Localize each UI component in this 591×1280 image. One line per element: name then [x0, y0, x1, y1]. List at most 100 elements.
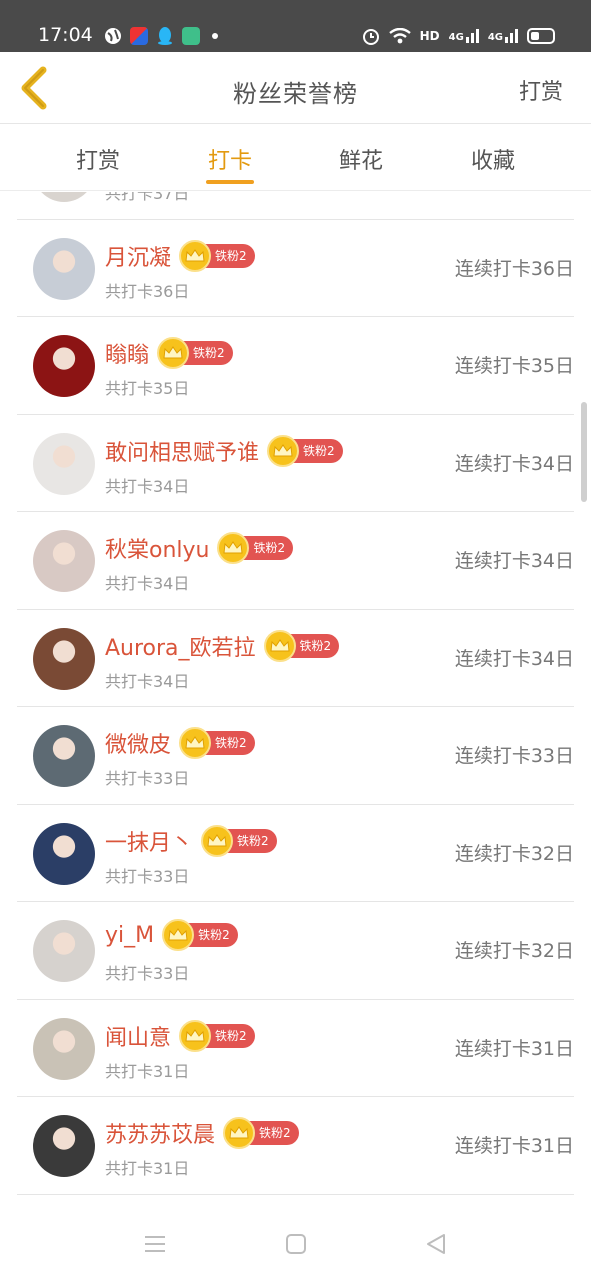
- fan-name[interactable]: 闻山意: [105, 1020, 171, 1052]
- crown-icon: [267, 434, 300, 467]
- fan-row[interactable]: 月沉凝 铁粉2 共打卡36日 连续打卡36日: [17, 220, 574, 317]
- fan-level-badge: 铁粉2: [179, 1019, 255, 1052]
- tab-checkin[interactable]: 打卡: [190, 143, 270, 175]
- streak-checkins: 连续打卡32日: [454, 940, 574, 962]
- notification-icons: [104, 26, 218, 46]
- fan-row[interactable]: 微微皮 铁粉2 共打卡33日 连续打卡33日: [17, 707, 574, 805]
- fan-level-badge: 铁粉2: [217, 532, 294, 564]
- system-icons: HD 4G 4G: [362, 24, 555, 48]
- avatar[interactable]: [33, 627, 95, 690]
- avatar[interactable]: [33, 1115, 95, 1177]
- total-checkins: 共打卡33日: [105, 964, 190, 983]
- streak-checkins: 连续打卡32日: [454, 842, 574, 865]
- home-icon[interactable]: [284, 1232, 308, 1256]
- fan-row[interactable]: 秋棠onlyu 铁粉2 共打卡34日 连续打卡34日: [17, 512, 574, 610]
- fan-level-badge: 铁粉2: [157, 337, 233, 369]
- fan-level-badge: 铁粉2: [263, 629, 340, 662]
- more-notifications-icon: [212, 33, 218, 39]
- fan-level-badge: 铁粉2: [223, 1117, 299, 1149]
- total-checkins: 共打卡34日: [105, 476, 190, 496]
- crown-icon: [157, 337, 190, 369]
- fan-level-badge: 铁粉2: [201, 824, 277, 857]
- fan-row[interactable]: 闻山意 铁粉2 共打卡31日 连续打卡31日: [17, 1000, 574, 1097]
- battery-icon: [527, 28, 555, 44]
- fan-name[interactable]: 苏苏苏苡晨: [105, 1117, 215, 1149]
- status-bar: 17:04 HD 4G 4G: [0, 0, 591, 52]
- avatar[interactable]: [33, 1017, 95, 1080]
- fan-row[interactable]: Aurora_欧若拉 铁粉2 共打卡34日 连续打卡34日: [17, 610, 574, 707]
- fan-level-badge: 铁粉2: [267, 434, 343, 467]
- fan-row[interactable]: 苏苏苏苡晨 铁粉2 共打卡31日 连续打卡31日: [17, 1097, 574, 1195]
- total-checkins: 共打卡33日: [105, 769, 190, 788]
- hd-indicator: HD: [419, 29, 440, 43]
- fan-level-tag: 铁粉2: [289, 633, 340, 658]
- avatar[interactable]: [33, 530, 95, 592]
- total-checkins: 共打卡37日: [105, 192, 190, 203]
- fan-row[interactable]: yi_M 铁粉2 共打卡33日 连续打卡32日: [17, 902, 574, 1000]
- tab-favorites[interactable]: 收藏: [453, 143, 533, 175]
- system-nav-bar: [0, 1208, 591, 1280]
- fan-level-tag: 铁粉2: [205, 243, 255, 268]
- avatar[interactable]: [33, 335, 95, 397]
- tab-flowers[interactable]: 鲜花: [321, 143, 401, 175]
- avatar[interactable]: [33, 237, 95, 300]
- fan-level-tag: 铁粉2: [227, 828, 277, 853]
- tab-tip[interactable]: 打赏: [58, 143, 138, 175]
- total-checkins: 共打卡31日: [105, 1061, 190, 1081]
- fan-name[interactable]: 一抹月丶: [105, 825, 193, 857]
- fan-name[interactable]: Aurora_欧若拉: [105, 630, 256, 662]
- fan-list[interactable]: 沐笙柒铁粉2共打卡37日连续打卡37日月沉凝铁粉2共打卡36日连续打卡36日瞈瞈…: [0, 192, 591, 1208]
- streak-checkins: 连续打卡34日: [454, 550, 574, 572]
- streak-checkins: 连续打卡34日: [454, 452, 574, 475]
- fan-level-tag: 铁粉2: [188, 923, 238, 947]
- active-tab-indicator: [206, 180, 254, 184]
- streak-checkins: 连续打卡31日: [454, 1135, 574, 1157]
- fan-row[interactable]: 一抹月丶 铁粉2 共打卡33日 连续打卡32日: [17, 805, 574, 902]
- crown-icon: [179, 1019, 212, 1052]
- menu-icon[interactable]: [143, 1232, 167, 1256]
- fan-row[interactable]: 瞈瞈 铁粉2 共打卡35日 连续打卡35日: [17, 317, 574, 415]
- avatar[interactable]: [33, 432, 95, 495]
- streak-checkins: 连续打卡35日: [454, 355, 574, 377]
- fan-name[interactable]: 月沉凝: [105, 240, 171, 272]
- fan-row[interactable]: 沐笙柒铁粉2共打卡37日连续打卡37日: [17, 192, 574, 220]
- avatar[interactable]: [33, 725, 95, 787]
- fan-name[interactable]: 瞈瞈: [105, 337, 149, 369]
- fan-name[interactable]: 敢问相思赋予谁: [105, 435, 259, 467]
- crown-icon: [223, 1117, 256, 1149]
- fan-name[interactable]: 秋棠onlyu: [105, 532, 209, 564]
- avatar[interactable]: [33, 920, 95, 982]
- clock: 17:04: [38, 24, 93, 46]
- chat-app-icon: [182, 27, 200, 45]
- crown-icon: [179, 727, 212, 759]
- fan-level-badge: 铁粉2: [162, 919, 238, 951]
- crown-icon: [201, 824, 234, 857]
- total-checkins: 共打卡33日: [105, 866, 190, 886]
- page-title: 粉丝荣誉榜: [233, 80, 358, 108]
- signal-icon-2: 4G: [488, 29, 518, 43]
- signal-icon: 4G: [449, 29, 479, 43]
- fan-level-badge: 铁粉2: [179, 239, 255, 272]
- total-checkins: 共打卡34日: [105, 574, 190, 593]
- fan-level-tag: 铁粉2: [205, 1023, 255, 1048]
- streak-checkins: 连续打卡34日: [454, 647, 574, 670]
- video-app-icon: [130, 27, 148, 45]
- total-checkins: 共打卡34日: [105, 671, 190, 691]
- fan-level-badge: 铁粉2: [179, 727, 255, 759]
- crown-icon: [263, 629, 296, 662]
- fan-name[interactable]: yi_M: [105, 923, 154, 948]
- total-checkins: 共打卡35日: [105, 379, 190, 398]
- scrollbar[interactable]: [581, 402, 587, 502]
- alarm-icon: [362, 29, 379, 45]
- tip-button[interactable]: 打赏: [519, 74, 563, 106]
- fan-name[interactable]: 微微皮: [105, 727, 171, 759]
- avatar[interactable]: [33, 822, 95, 885]
- back-nav-icon[interactable]: [424, 1232, 448, 1256]
- crown-icon: [162, 919, 195, 951]
- fan-level-tag: 铁粉2: [183, 341, 233, 365]
- qq-icon: [158, 27, 172, 45]
- streak-checkins: 连续打卡36日: [454, 257, 574, 280]
- fan-row[interactable]: 敢问相思赋予谁 铁粉2 共打卡34日 连续打卡34日: [17, 415, 574, 512]
- header: 粉丝荣誉榜 打赏: [0, 52, 591, 124]
- avatar[interactable]: [33, 192, 95, 202]
